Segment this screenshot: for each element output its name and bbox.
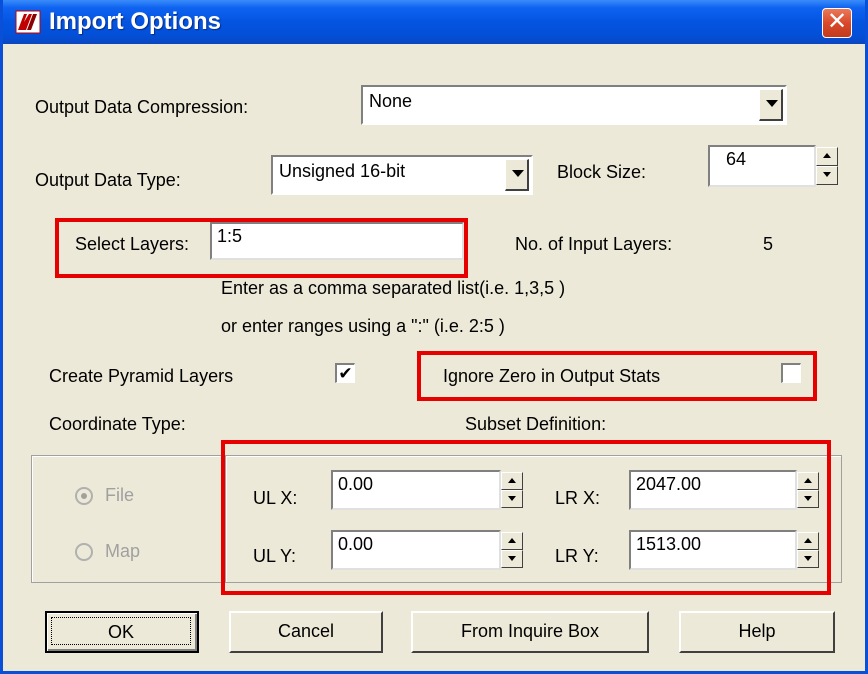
input-layers-count: 5 <box>763 234 774 254</box>
ul-y-spinner[interactable] <box>501 532 523 568</box>
select-layers-input[interactable]: 1:5 <box>210 222 464 260</box>
select-layers-label: Select Layers: <box>75 234 190 254</box>
hint-line-1: Enter as a comma separated list(i.e. 1,3… <box>221 278 566 298</box>
output-type-value: Unsigned 16-bit <box>279 161 406 181</box>
spin-up-icon[interactable] <box>797 532 819 550</box>
coordinate-type-label: Coordinate Type: <box>49 414 186 434</box>
check-icon: ✔ <box>338 364 353 383</box>
spin-up-icon[interactable] <box>501 532 523 550</box>
output-compression-label: Output Data Compression: <box>35 97 249 117</box>
window-title: Import Options <box>49 8 221 35</box>
spin-down-icon[interactable] <box>501 550 523 568</box>
hint-line-2: or enter ranges using a ":" (i.e. 2:5 ) <box>221 316 505 336</box>
title-bar[interactable]: Import Options ✕ <box>3 0 865 44</box>
lr-x-label: LR X: <box>555 488 601 508</box>
help-button[interactable]: Help <box>679 611 835 653</box>
radio-file-label: File <box>105 485 135 505</box>
lr-x-value: 2047.00 <box>636 474 702 494</box>
ul-y-value: 0.00 <box>338 534 374 554</box>
lr-y-input[interactable]: 1513.00 <box>629 530 797 570</box>
input-layers-label: No. of Input Layers: <box>515 234 673 254</box>
lr-x-spinner[interactable] <box>797 472 819 508</box>
block-size-input[interactable]: 64 <box>708 145 816 187</box>
select-layers-value: 1:5 <box>217 226 243 246</box>
chevron-down-icon[interactable] <box>505 159 529 191</box>
from-inquire-box-button[interactable]: From Inquire Box <box>411 611 649 653</box>
spin-up-icon[interactable] <box>816 147 838 166</box>
lr-y-label: LR Y: <box>555 546 599 566</box>
ul-x-spinner[interactable] <box>501 472 523 508</box>
output-type-label: Output Data Type: <box>35 170 181 190</box>
erdas-logo-icon <box>15 10 41 34</box>
spin-down-icon[interactable] <box>816 166 838 185</box>
ok-button-label: OK <box>51 617 191 645</box>
spin-down-icon[interactable] <box>501 490 523 508</box>
output-compression-select[interactable]: None <box>361 85 787 125</box>
cancel-button[interactable]: Cancel <box>229 611 383 653</box>
subset-definition-label: Subset Definition: <box>465 414 607 434</box>
block-size-label: Block Size: <box>557 162 647 182</box>
spin-up-icon[interactable] <box>797 472 819 490</box>
output-type-select[interactable]: Unsigned 16-bit <box>271 155 533 195</box>
spin-up-icon[interactable] <box>501 472 523 490</box>
ignore-zero-checkbox[interactable] <box>781 363 801 383</box>
spin-down-icon[interactable] <box>797 490 819 508</box>
pyramid-label: Create Pyramid Layers <box>49 366 234 386</box>
spin-down-icon[interactable] <box>797 550 819 568</box>
ul-x-value: 0.00 <box>338 474 374 494</box>
chevron-down-icon[interactable] <box>759 89 783 121</box>
ul-y-label: UL Y: <box>253 546 297 566</box>
radio-map[interactable] <box>75 543 93 561</box>
lr-y-value: 1513.00 <box>636 534 702 554</box>
ul-x-input[interactable]: 0.00 <box>331 470 501 510</box>
block-size-value: 64 <box>726 149 747 169</box>
lr-x-input[interactable]: 2047.00 <box>629 470 797 510</box>
radio-map-label: Map <box>105 541 141 561</box>
close-button[interactable]: ✕ <box>822 8 852 38</box>
coordinate-type-group <box>31 455 225 583</box>
radio-file[interactable] <box>75 487 93 505</box>
import-options-dialog: Import Options ✕ Output Data Compression… <box>0 0 868 674</box>
lr-y-spinner[interactable] <box>797 532 819 568</box>
ul-y-input[interactable]: 0.00 <box>331 530 501 570</box>
block-size-spinner[interactable] <box>816 147 838 185</box>
ignore-zero-label: Ignore Zero in Output Stats <box>443 366 661 386</box>
pyramid-checkbox[interactable]: ✔ <box>335 363 355 383</box>
ul-x-label: UL X: <box>253 488 298 508</box>
ok-button[interactable]: OK <box>45 611 199 653</box>
output-compression-value: None <box>369 91 413 111</box>
